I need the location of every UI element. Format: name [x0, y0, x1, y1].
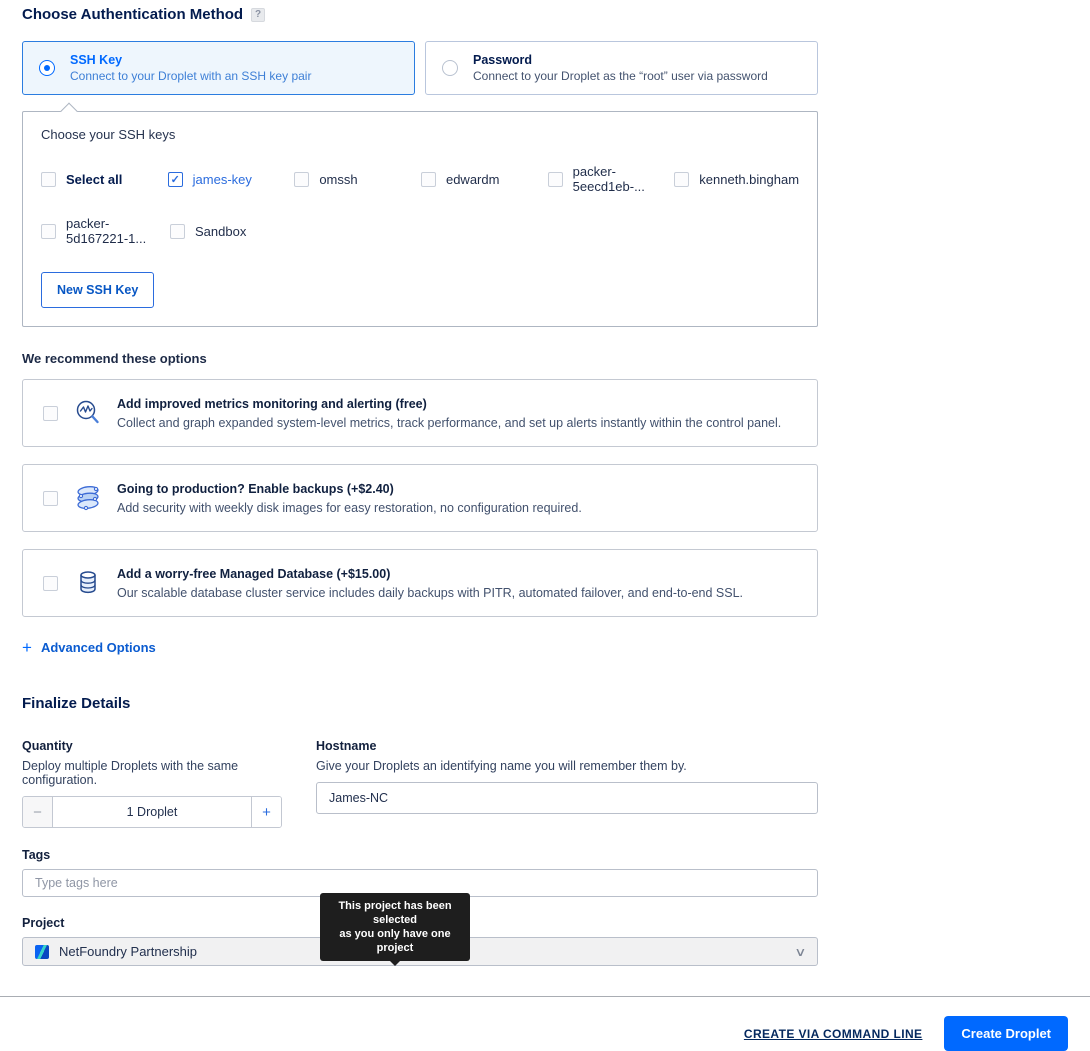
ssh-key-label: packer-5d167221-1... — [66, 216, 170, 246]
ssh-key-label: kenneth.bingham — [699, 172, 799, 187]
tooltip-line-2: as you only have one project — [328, 927, 462, 955]
ssh-key-checkbox-packer-5d167221[interactable]: packer-5d167221-1... — [41, 216, 170, 246]
ssh-keys-row-1: Select all james-key omssh edwardm packe… — [41, 164, 799, 194]
help-icon[interactable]: ? — [251, 8, 265, 22]
auth-option-description: Connect to your Droplet with an SSH key … — [70, 69, 311, 83]
chevron-down-icon: ∨ — [794, 945, 806, 959]
checkbox-icon[interactable] — [41, 172, 56, 187]
panel-pointer-notch — [61, 103, 78, 120]
project-tooltip: This project has been selected as you on… — [320, 893, 470, 961]
tags-label: Tags — [22, 848, 818, 862]
checkbox-icon[interactable] — [41, 224, 56, 239]
radio-unselected-icon[interactable] — [442, 60, 458, 76]
ssh-key-checkbox-omssh[interactable]: omssh — [294, 164, 421, 194]
quantity-label: Quantity — [22, 739, 316, 753]
auth-option-title: SSH Key — [70, 53, 311, 67]
backups-icon — [71, 482, 105, 514]
quantity-stepper: − 1 Droplet + — [22, 796, 282, 828]
hostname-label: Hostname — [316, 739, 818, 753]
ssh-key-label: omssh — [319, 172, 357, 187]
select-all-checkbox[interactable]: Select all — [41, 164, 168, 194]
hostname-input[interactable] — [316, 782, 818, 814]
checkbox-icon[interactable] — [421, 172, 436, 187]
tooltip-line-1: This project has been selected — [328, 899, 462, 927]
checkbox-icon[interactable] — [294, 172, 309, 187]
checkbox-icon[interactable] — [43, 406, 58, 421]
plus-icon: + — [22, 641, 32, 655]
quantity-description: Deploy multiple Droplets with the same c… — [22, 759, 316, 787]
checkbox-icon[interactable] — [674, 172, 689, 187]
page-title: Choose Authentication Method — [22, 6, 243, 23]
ssh-key-label: edwardm — [446, 172, 499, 187]
new-ssh-key-button[interactable]: New SSH Key — [41, 272, 154, 308]
option-title: Going to production? Enable backups (+$2… — [117, 482, 582, 496]
ssh-key-checkbox-edwardm[interactable]: edwardm — [421, 164, 548, 194]
ssh-key-checkbox-sandbox[interactable]: Sandbox — [170, 216, 299, 246]
decrement-button[interactable]: − — [23, 797, 53, 827]
option-managed-database[interactable]: Add a worry-free Managed Database (+$15.… — [22, 549, 818, 617]
quantity-block: Quantity Deploy multiple Droplets with t… — [22, 739, 316, 828]
hostname-block: Hostname Give your Droplets an identifyi… — [316, 739, 818, 828]
create-droplet-form: Choose Authentication Method ? SSH Key C… — [0, 0, 818, 966]
ssh-key-checkbox-kenneth-bingham[interactable]: kenneth.bingham — [674, 164, 799, 194]
advanced-options-label: Advanced Options — [41, 640, 156, 655]
finalize-details-heading: Finalize Details — [22, 695, 818, 712]
project-selected-value: NetFoundry Partnership — [59, 944, 197, 959]
create-droplet-button[interactable]: Create Droplet — [944, 1016, 1068, 1051]
auth-option-password[interactable]: Password Connect to your Droplet as the … — [425, 41, 818, 95]
ssh-key-label: packer-5eecd1eb-... — [573, 164, 675, 194]
option-enable-backups[interactable]: Going to production? Enable backups (+$2… — [22, 464, 818, 532]
option-description: Add security with weekly disk images for… — [117, 501, 582, 515]
footer-actions: CREATE VIA COMMAND LINE Create Droplet — [0, 997, 1090, 1051]
recommendations-heading: We recommend these options — [22, 351, 818, 366]
database-icon — [71, 570, 105, 596]
tags-block: Tags — [22, 848, 818, 897]
metrics-monitoring-icon — [71, 398, 105, 428]
option-description: Our scalable database cluster service in… — [117, 586, 743, 600]
project-block: This project has been selected as you on… — [22, 916, 818, 966]
auth-option-ssh-key[interactable]: SSH Key Connect to your Droplet with an … — [22, 41, 415, 95]
ssh-key-checkbox-packer-5eecd1eb[interactable]: packer-5eecd1eb-... — [548, 164, 675, 194]
create-via-command-line-link[interactable]: CREATE VIA COMMAND LINE — [744, 1027, 923, 1041]
checkbox-icon[interactable] — [43, 491, 58, 506]
option-title: Add improved metrics monitoring and aler… — [117, 397, 781, 411]
auth-option-description: Connect to your Droplet as the “root” us… — [473, 69, 768, 83]
radio-selected-icon[interactable] — [39, 60, 55, 76]
ssh-key-label: james-key — [193, 172, 252, 187]
checkbox-icon[interactable] — [43, 576, 58, 591]
select-all-label: Select all — [66, 172, 122, 187]
ssh-key-label: Sandbox — [195, 224, 246, 239]
option-title: Add a worry-free Managed Database (+$15.… — [117, 567, 743, 581]
quantity-value: 1 Droplet — [53, 797, 251, 827]
ssh-keys-panel: Choose your SSH keys Select all james-ke… — [22, 111, 818, 327]
option-description: Collect and graph expanded system-level … — [117, 416, 781, 430]
option-metrics-monitoring[interactable]: Add improved metrics monitoring and aler… — [22, 379, 818, 447]
ssh-key-checkbox-james-key[interactable]: james-key — [168, 164, 295, 194]
ssh-keys-panel-title: Choose your SSH keys — [41, 127, 799, 142]
increment-button[interactable]: + — [251, 797, 281, 827]
auth-method-options: SSH Key Connect to your Droplet with an … — [22, 41, 818, 95]
checkbox-icon[interactable] — [170, 224, 185, 239]
checkbox-checked-icon[interactable] — [168, 172, 183, 187]
project-icon — [35, 945, 49, 959]
checkbox-icon[interactable] — [548, 172, 563, 187]
ssh-keys-row-2: packer-5d167221-1... Sandbox — [41, 216, 799, 246]
auth-option-title: Password — [473, 53, 768, 67]
hostname-description: Give your Droplets an identifying name y… — [316, 759, 818, 773]
advanced-options-toggle[interactable]: + Advanced Options — [22, 640, 818, 655]
